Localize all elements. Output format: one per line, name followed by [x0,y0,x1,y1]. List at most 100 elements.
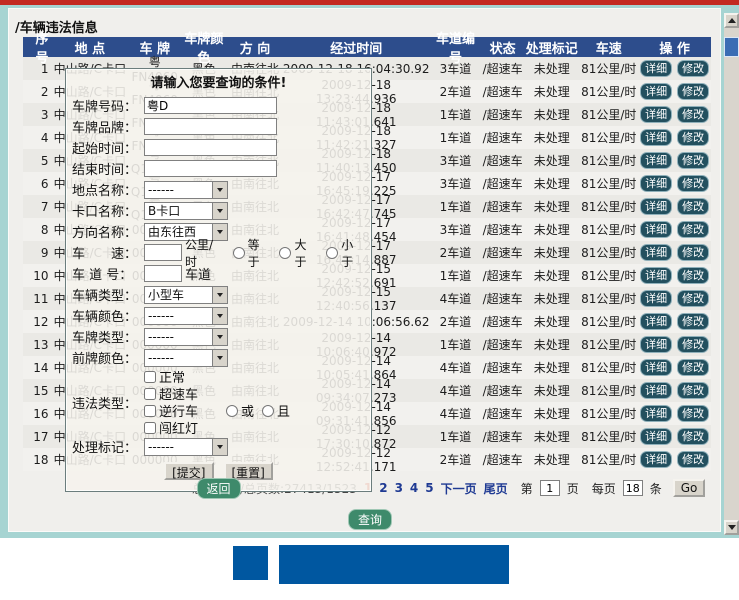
page-link[interactable]: 2 [379,481,387,495]
detail-button[interactable]: 详细 [640,152,672,169]
query-button[interactable]: 查询 [348,509,392,530]
dropdown-arrow-icon [212,329,227,345]
detail-button[interactable]: 详细 [640,106,672,123]
scroll-up-button[interactable] [724,13,739,28]
logic-and-radio[interactable] [262,405,274,417]
next-page-link[interactable]: 下一页 [441,480,477,497]
modify-button[interactable]: 修改 [677,313,709,330]
modify-button[interactable]: 修改 [677,336,709,353]
cell-row-number: 18 [23,453,51,467]
table-header-cell: 方 向 [227,38,282,57]
detail-button[interactable]: 详细 [640,336,672,353]
page-link[interactable]: 3 [395,481,403,495]
modify-button[interactable]: 修改 [677,221,709,238]
speed-greater-radio[interactable] [279,247,291,259]
detail-button[interactable]: 详细 [640,290,672,307]
modify-button[interactable]: 修改 [677,405,709,422]
violation-redlight-checkbox[interactable] [144,422,156,434]
modify-button[interactable]: 修改 [677,451,709,468]
lane-unit-label: 车道 [185,264,211,283]
checkpoint-select[interactable]: B卡口 [144,202,228,220]
front-plate-color-select[interactable]: ------ [144,349,228,367]
speed-equal-label: 等于 [248,236,272,270]
page-link[interactable]: 4 [410,481,418,495]
end-time-input[interactable] [144,160,277,177]
back-button[interactable]: 返回 [196,478,240,499]
cell-speed: 81公里/时 [579,336,638,353]
per-page-input[interactable] [623,480,643,496]
dropdown-arrow-icon [212,203,227,219]
vertical-scrollbar[interactable] [724,13,739,535]
modify-button[interactable]: 修改 [677,428,709,445]
cell-row-number: 11 [23,292,51,306]
modify-button[interactable]: 修改 [677,267,709,284]
cell-row-number: 12 [23,315,51,329]
modify-button[interactable]: 修改 [677,290,709,307]
modify-button[interactable]: 修改 [677,83,709,100]
start-time-input[interactable] [144,139,277,156]
detail-button[interactable]: 详细 [640,83,672,100]
detail-button[interactable]: 详细 [640,451,672,468]
location-select[interactable]: ------ [144,181,228,199]
scroll-down-icon [728,525,736,530]
plate-type-select[interactable]: ------ [144,328,228,346]
vehicle-type-select[interactable]: 小型车 [144,286,228,304]
violation-wrongway-checkbox[interactable] [144,405,156,417]
cell-lane: 3车道 [430,221,481,238]
speed-less-radio[interactable] [326,247,338,259]
cell-row-number: 7 [23,200,51,214]
violation-type-label: 违法类型： [72,393,144,412]
cell-lane: 3车道 [430,60,481,77]
modify-button[interactable]: 修改 [677,60,709,77]
detail-button[interactable]: 详细 [640,405,672,422]
scrollbar-thumb[interactable] [724,37,739,57]
plate-number-input[interactable] [144,97,277,114]
detail-button[interactable]: 详细 [640,267,672,284]
cell-speed: 81公里/时 [579,198,638,215]
cell-actions: 详细 修改 [638,451,711,468]
go-button[interactable]: Go [673,479,706,497]
cell-mark: 未处理 [524,221,579,238]
modify-button[interactable]: 修改 [677,152,709,169]
cell-mark: 未处理 [524,336,579,353]
cell-status: /超速车 [481,359,524,376]
vehicle-color-select[interactable]: ------ [144,307,228,325]
lane-number-input[interactable] [144,265,182,282]
detail-button[interactable]: 详细 [640,129,672,146]
cell-row-number: 9 [23,246,51,260]
speed-input[interactable] [144,244,182,261]
goto-page-input[interactable] [540,480,560,496]
detail-button[interactable]: 详细 [640,382,672,399]
cell-lane: 1车道 [430,428,481,445]
plate-brand-input[interactable] [144,118,277,135]
plate-type-label: 车牌类型： [72,327,144,346]
modify-button[interactable]: 修改 [677,129,709,146]
speed-equal-radio[interactable] [233,247,245,259]
cell-mark: 未处理 [524,175,579,192]
modify-button[interactable]: 修改 [677,244,709,261]
detail-button[interactable]: 详细 [640,60,672,77]
modify-button[interactable]: 修改 [677,359,709,376]
logic-or-radio[interactable] [226,405,238,417]
modify-button[interactable]: 修改 [677,382,709,399]
cell-actions: 详细 修改 [638,428,711,445]
table-header-cell: 序号 [23,28,51,66]
modify-button[interactable]: 修改 [677,175,709,192]
detail-button[interactable]: 详细 [640,428,672,445]
page-link[interactable]: 5 [425,481,433,495]
detail-button[interactable]: 详细 [640,221,672,238]
violation-overspeed-checkbox[interactable] [144,388,156,400]
detail-button[interactable]: 详细 [640,244,672,261]
modify-button[interactable]: 修改 [677,106,709,123]
detail-button[interactable]: 详细 [640,175,672,192]
process-mark-select[interactable]: ------ [144,438,228,456]
modify-button[interactable]: 修改 [677,198,709,215]
detail-button[interactable]: 详细 [640,359,672,376]
detail-button[interactable]: 详细 [640,313,672,330]
detail-button[interactable]: 详细 [640,198,672,215]
last-page-link[interactable]: 尾页 [484,480,508,497]
violation-normal-checkbox[interactable] [144,371,156,383]
vehicle-color-label: 车辆颜色： [72,306,144,325]
cell-status: /超速车 [481,336,524,353]
scroll-down-button[interactable] [724,520,739,535]
